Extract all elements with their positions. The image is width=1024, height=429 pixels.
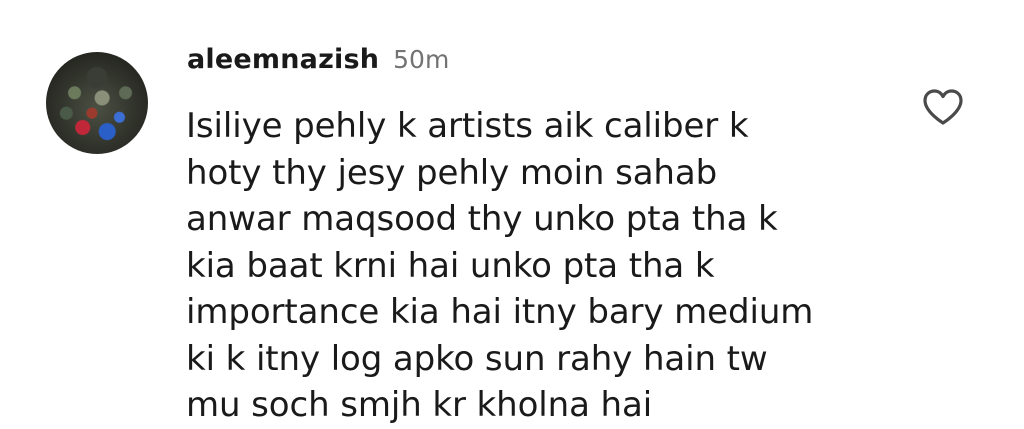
comment-text-line: ki k itny log apko sun rahy hain tw <box>186 338 768 379</box>
username[interactable]: aleemnazish <box>187 44 379 75</box>
heart-outline-icon <box>923 89 963 125</box>
comment-text-line: mu soch smjh kr kholna hai <box>186 385 653 425</box>
comment-header: aleemnazish 50m <box>187 44 449 86</box>
comment-text-line: importance kia hai itny bary medium <box>186 292 814 332</box>
avatar[interactable] <box>46 52 148 154</box>
comment-text-line: hoty thy jesy pehly moin sahab <box>186 152 718 193</box>
like-button[interactable] <box>920 84 966 130</box>
comment-text: Isiliye pehly k artists aik caliber k ho… <box>186 103 906 429</box>
comment-text-line: Isiliye pehly k artists aik caliber k <box>186 106 749 146</box>
comment-item: aleemnazish 50m Isiliye pehly k artists … <box>0 0 1024 425</box>
comment-text-line: anwar maqsood thy unko pta tha k <box>186 199 778 239</box>
timestamp: 50m <box>393 45 450 74</box>
comment-text-line: kia baat krni hai unko pta tha k <box>186 245 715 286</box>
